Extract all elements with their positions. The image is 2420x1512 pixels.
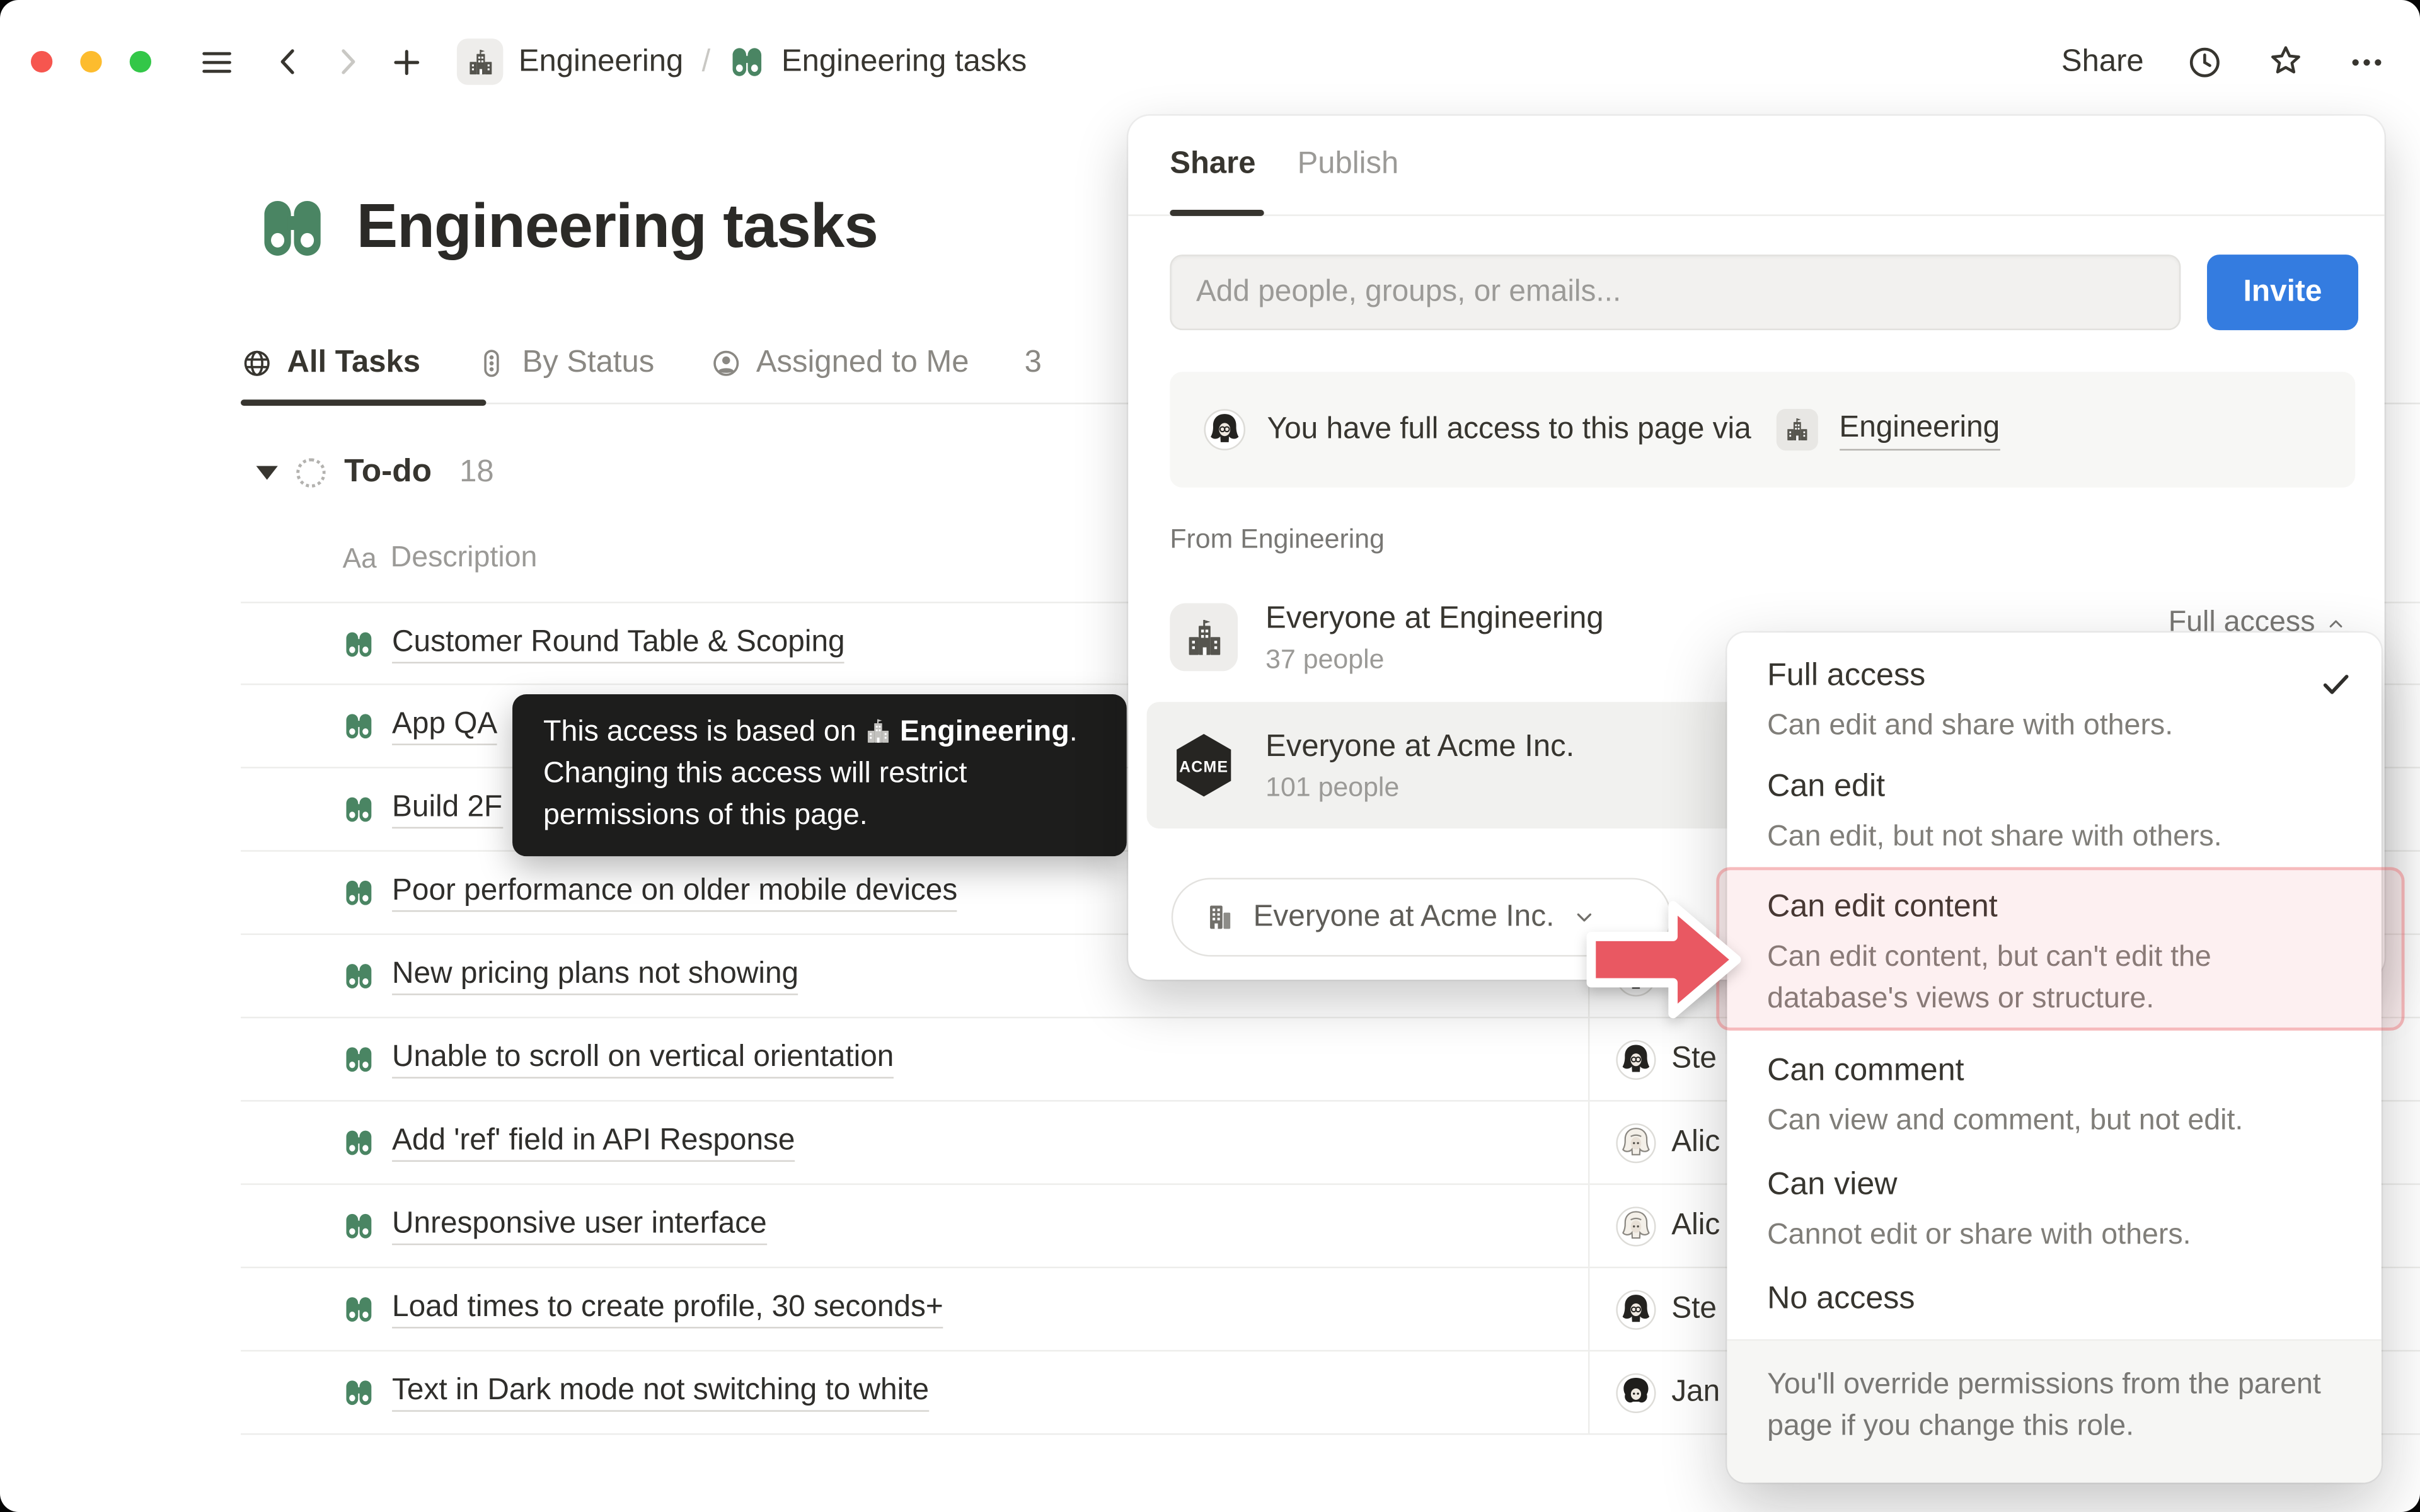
section-label: From Engineering	[1170, 523, 1385, 555]
workspace-building-icon	[1776, 409, 1818, 450]
group-header-todo[interactable]: To-do 18	[256, 454, 494, 491]
binoculars-icon	[343, 1376, 375, 1408]
avatar	[1616, 1123, 1656, 1163]
tab-truncated[interactable]: 3	[1025, 345, 1042, 380]
breadcrumb: Engineering / Engineering tasks	[457, 38, 1027, 84]
binoculars-icon	[343, 959, 375, 992]
column-header-description[interactable]: Aa Description	[343, 542, 538, 576]
sidebar-toggle-icon[interactable]	[197, 42, 236, 81]
tab-all-tasks[interactable]: All Tasks	[241, 345, 420, 380]
page-title: Engineering tasks	[256, 192, 878, 264]
binoculars-icon	[343, 1293, 375, 1325]
tab-assigned-to-me[interactable]: Assigned to Me	[710, 345, 969, 380]
school-building-icon	[1170, 604, 1238, 672]
red-arrow-annotation	[1587, 895, 1741, 1024]
invite-people-input[interactable]	[1170, 255, 2181, 330]
todo-status-icon	[296, 457, 326, 487]
dialog-active-tab-underline	[1170, 210, 1264, 216]
globe-icon	[241, 346, 273, 379]
history-clock-icon[interactable]	[2186, 42, 2224, 81]
traffic-lights	[31, 51, 151, 72]
page-binoculars-icon[interactable]	[256, 192, 329, 264]
binoculars-icon	[343, 710, 375, 742]
binoculars-icon	[343, 876, 375, 908]
workspace-building-icon[interactable]	[457, 38, 503, 84]
back-icon[interactable]	[270, 43, 308, 81]
engineering-link[interactable]: Engineering	[1839, 410, 2000, 450]
dialog-tab-publish[interactable]: Publish	[1298, 147, 1399, 182]
group-count: 18	[459, 454, 493, 490]
toolbar: Engineering / Engineering tasks Share	[0, 0, 2420, 123]
access-banner: You have full access to this page via En…	[1170, 372, 2355, 488]
avatar	[1616, 1206, 1656, 1246]
zoom-window-button[interactable]	[130, 51, 151, 72]
binoculars-icon	[729, 43, 766, 81]
assignee-name: Ste	[1671, 1041, 1717, 1077]
assignee-name: Alic	[1671, 1208, 1720, 1244]
role-menu: Full access Can edit and share with othe…	[1727, 633, 2381, 1482]
binoculars-icon	[343, 1126, 375, 1159]
forward-icon[interactable]	[329, 43, 366, 81]
office-building-icon	[1204, 901, 1236, 933]
breadcrumb-separator: /	[702, 44, 711, 79]
screen: Engineering / Engineering tasks Share En…	[0, 0, 2420, 1512]
favorite-star-icon[interactable]	[2266, 42, 2306, 82]
more-options-icon[interactable]	[2348, 42, 2386, 81]
person-icon	[710, 346, 742, 379]
binoculars-icon	[343, 793, 375, 825]
chevron-up-icon	[2324, 612, 2348, 635]
text-property-icon: Aa	[343, 542, 377, 575]
avatar	[1204, 409, 1245, 450]
avatar	[1616, 1289, 1656, 1329]
invite-button[interactable]: Invite	[2207, 255, 2358, 330]
avatar	[1616, 1039, 1656, 1079]
group-member-count: 101 people	[1265, 770, 1574, 804]
view-tabs: All Tasks By Status Assigned to Me 3	[241, 330, 1042, 395]
tab-by-status[interactable]: By Status	[476, 345, 654, 380]
new-page-icon[interactable]	[388, 42, 426, 81]
breadcrumb-page[interactable]: Engineering tasks	[781, 44, 1027, 79]
binoculars-icon	[343, 1210, 375, 1242]
dialog-tabs-divider	[1128, 214, 2384, 215]
menu-footer-note: You'll override permissions from the par…	[1727, 1339, 2381, 1483]
building-icon	[865, 718, 892, 745]
check-icon	[2318, 667, 2353, 702]
avatar	[1616, 1372, 1656, 1412]
acme-logo-icon	[1170, 731, 1238, 799]
breadcrumb-workspace[interactable]: Engineering	[519, 44, 683, 79]
assignee-name: Alic	[1671, 1125, 1720, 1160]
group-member-count: 37 people	[1265, 642, 1603, 676]
share-button[interactable]: Share	[2061, 44, 2144, 79]
binoculars-icon	[343, 1043, 375, 1075]
status-light-icon	[476, 346, 508, 379]
access-tooltip: This access is based on Engineering. Cha…	[512, 694, 1127, 856]
assignee-name: Ste	[1671, 1292, 1717, 1327]
binoculars-icon	[343, 627, 375, 660]
dialog-tab-share[interactable]: Share	[1170, 147, 1255, 182]
notion-window: Engineering / Engineering tasks Share En…	[0, 0, 2420, 1512]
active-tab-underline	[241, 399, 486, 406]
collapse-triangle-icon[interactable]	[256, 465, 278, 479]
close-window-button[interactable]	[31, 51, 52, 72]
assignee-name: Jan	[1671, 1375, 1720, 1410]
minimize-window-button[interactable]	[80, 51, 101, 72]
